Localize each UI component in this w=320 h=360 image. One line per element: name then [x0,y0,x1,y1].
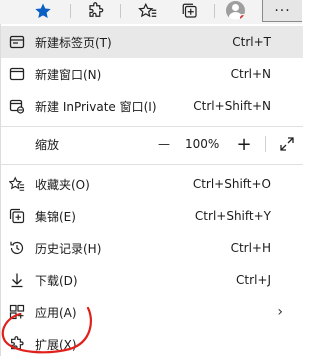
menu-item-shortcut: Ctrl+H [230,241,271,255]
inprivate-icon [7,96,27,116]
apps-icon [7,302,27,322]
extensions-toolbar-button[interactable] [82,0,110,22]
menu-item-new-window[interactable]: 新建窗口(N) Ctrl+N [1,58,303,90]
settings-and-more-button[interactable]: ··· [262,0,302,22]
puzzle-icon [89,2,104,17]
fullscreen-icon [280,137,294,151]
plus-icon: + [236,133,252,155]
menu-item-shortcut: Ctrl+T [232,35,271,49]
menu-item-favorites[interactable]: 收藏夹(O) Ctrl+Shift+O [1,168,303,200]
menu-item-downloads[interactable]: 下载(D) Ctrl+J [1,264,303,296]
new-tab-icon [7,32,27,52]
menu-item-shortcut: Ctrl+Shift+Y [194,209,271,223]
zoom-divider [265,136,266,152]
menu-item-history[interactable]: 历史记录(H) Ctrl+H [1,232,303,264]
settings-menu: 新建标签页(T) Ctrl+T 新建窗口(N) Ctrl+N 新建 InPriv… [0,24,303,356]
avatar[interactable] [226,1,245,20]
collections-icon [7,206,27,226]
menu-item-label: 缩放 [35,137,60,152]
menu-item-label: 集锦(E) [35,209,76,224]
notification-dot [239,14,245,20]
menu-item-extensions[interactable]: 扩展(X) [1,328,303,360]
favorites-icon [138,2,157,18]
zoom-out-button[interactable]: — [153,128,175,160]
menu-item-label: 历史记录(H) [35,241,102,256]
minus-icon: — [158,137,170,151]
fullscreen-button[interactable] [275,128,299,160]
browser-toolbar: ··· [0,0,302,25]
zoom-level: 100% [185,137,220,151]
toolbar-divider [120,4,121,18]
download-icon [7,270,27,290]
collections-icon [182,3,197,18]
collections-button[interactable] [176,0,204,22]
chevron-right-icon: › [277,304,283,320]
history-icon [7,238,27,258]
zoom-in-button[interactable]: + [233,128,255,160]
menu-item-collections[interactable]: 集锦(E) Ctrl+Shift+Y [1,200,303,232]
menu-item-label: 扩展(X) [35,337,77,352]
menu-divider [1,164,303,165]
menu-item-new-inprivate[interactable]: 新建 InPrivate 窗口(I) Ctrl+Shift+N [1,90,303,122]
menu-item-label: 应用(A) [35,305,77,320]
favorites-icon [7,174,27,194]
menu-item-label: 新建窗口(N) [35,67,102,82]
star-icon [35,3,51,19]
menu-item-shortcut: Ctrl+N [230,67,271,81]
menu-item-zoom: 缩放 — 100% + [1,128,303,160]
menu-item-new-tab[interactable]: 新建标签页(T) Ctrl+T [1,26,303,58]
window-icon [7,64,27,84]
favorites-bar-button[interactable] [134,0,162,22]
toolbar-divider [214,4,215,18]
menu-item-apps[interactable]: 应用(A) › [1,296,303,328]
toolbar-divider [70,4,71,18]
menu-item-label: 收藏夹(O) [35,177,90,192]
menu-item-label: 新建 InPrivate 窗口(I) [35,99,157,114]
menu-item-label: 下载(D) [35,273,78,288]
menu-item-shortcut: Ctrl+Shift+O [192,177,271,191]
menu-divider [1,126,303,127]
menu-item-shortcut: Ctrl+J [236,273,271,287]
menu-item-shortcut: Ctrl+Shift+N [193,99,271,113]
menu-item-label: 新建标签页(T) [35,35,112,50]
puzzle-icon [7,334,27,354]
favorite-button[interactable] [28,0,58,22]
